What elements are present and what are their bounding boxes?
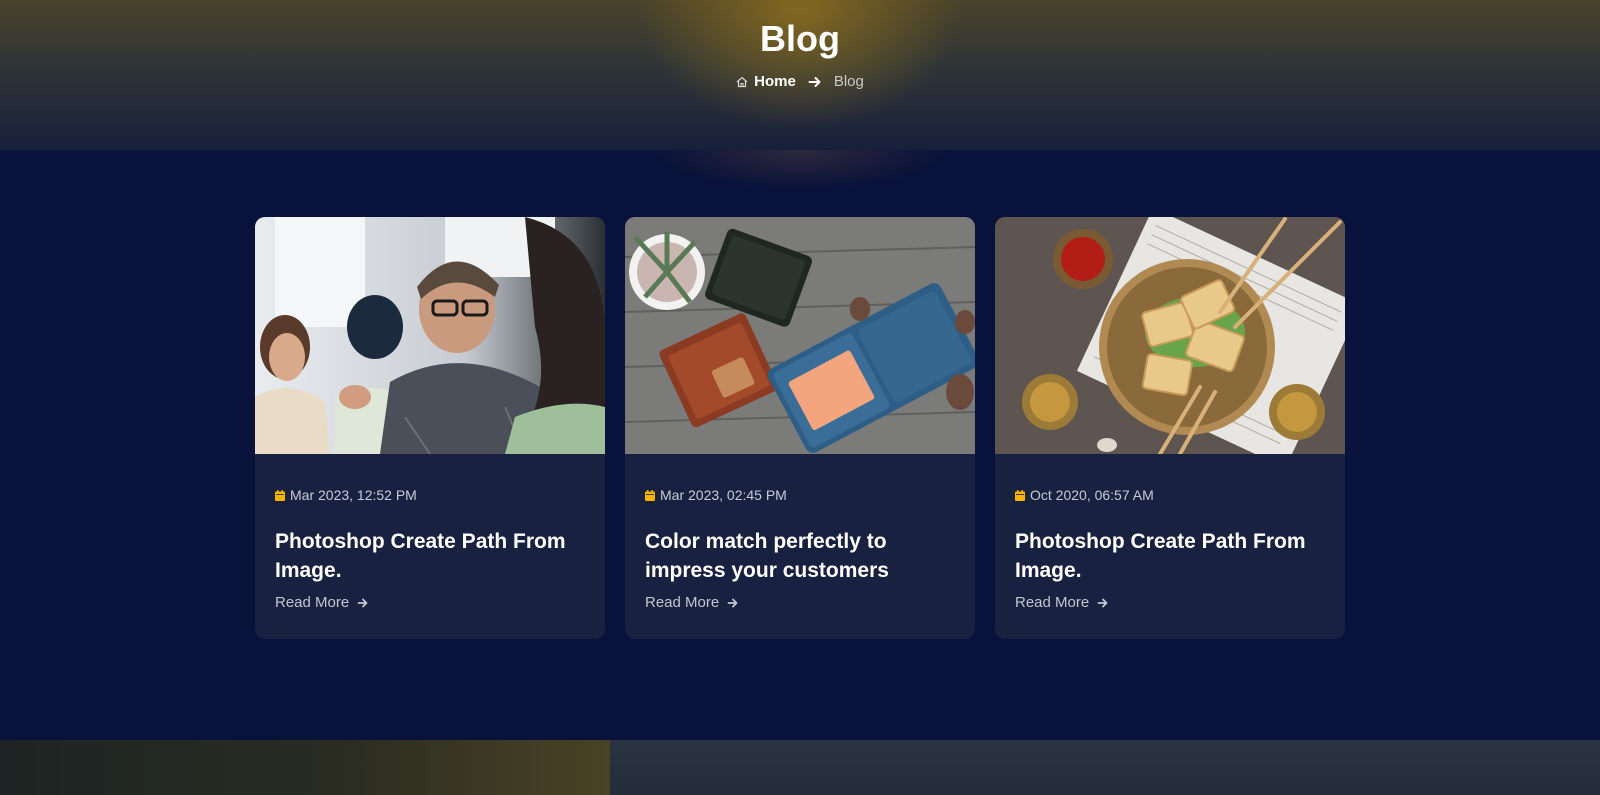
post-date-text: Oct 2020, 06:57 AM xyxy=(1030,487,1154,503)
read-more-link[interactable]: Read More xyxy=(275,594,585,611)
arrow-right-icon xyxy=(727,598,738,607)
post-title[interactable]: Photoshop Create Path From Image. xyxy=(275,527,585,585)
blog-card-image-food[interactable] xyxy=(995,217,1345,454)
breadcrumb-current: Blog xyxy=(833,73,864,90)
arrow-right-icon xyxy=(1097,598,1108,607)
blog-card-image-wallets[interactable] xyxy=(625,217,975,454)
read-more-label: Read More xyxy=(645,594,720,611)
calendar-icon xyxy=(1015,489,1025,501)
breadcrumb-home-link[interactable]: Home xyxy=(754,73,796,90)
blog-card-list: Mar 2023, 12:52 PM Photoshop Create Path… xyxy=(255,217,1345,639)
section-glow xyxy=(650,150,950,210)
read-more-label: Read More xyxy=(1015,594,1090,611)
next-section-right-panel xyxy=(610,740,1600,795)
post-title[interactable]: Photoshop Create Path From Image. xyxy=(1015,527,1325,585)
page-hero: Blog Home Blog xyxy=(0,0,1600,150)
read-more-label: Read More xyxy=(275,594,350,611)
post-date: Mar 2023, 02:45 PM xyxy=(645,487,955,503)
calendar-icon xyxy=(645,489,655,501)
blog-card[interactable]: Mar 2023, 12:52 PM Photoshop Create Path… xyxy=(255,217,605,639)
post-date-text: Mar 2023, 02:45 PM xyxy=(660,487,787,503)
breadcrumb: Home Blog xyxy=(0,73,1600,90)
read-more-link[interactable]: Read More xyxy=(1015,594,1325,611)
meeting-photo xyxy=(255,217,605,454)
arrow-right-icon xyxy=(808,76,821,87)
arrow-right-icon xyxy=(357,598,368,607)
calendar-icon xyxy=(275,489,285,501)
food-photo xyxy=(995,217,1345,454)
post-date-text: Mar 2023, 12:52 PM xyxy=(290,487,417,503)
post-date: Mar 2023, 12:52 PM xyxy=(275,487,585,503)
post-date: Oct 2020, 06:57 AM xyxy=(1015,487,1325,503)
wallets-photo xyxy=(625,217,975,454)
home-icon xyxy=(736,76,748,87)
post-title[interactable]: Color match perfectly to impress your cu… xyxy=(645,527,955,585)
next-section-preview xyxy=(0,740,1600,795)
read-more-link[interactable]: Read More xyxy=(645,594,955,611)
blog-card[interactable]: Oct 2020, 06:57 AM Photoshop Create Path… xyxy=(995,217,1345,639)
next-section-left-panel xyxy=(0,740,610,795)
page-title: Blog xyxy=(760,18,840,59)
blog-card-image-meeting[interactable] xyxy=(255,217,605,454)
blog-card[interactable]: Mar 2023, 02:45 PM Color match perfectly… xyxy=(625,217,975,639)
